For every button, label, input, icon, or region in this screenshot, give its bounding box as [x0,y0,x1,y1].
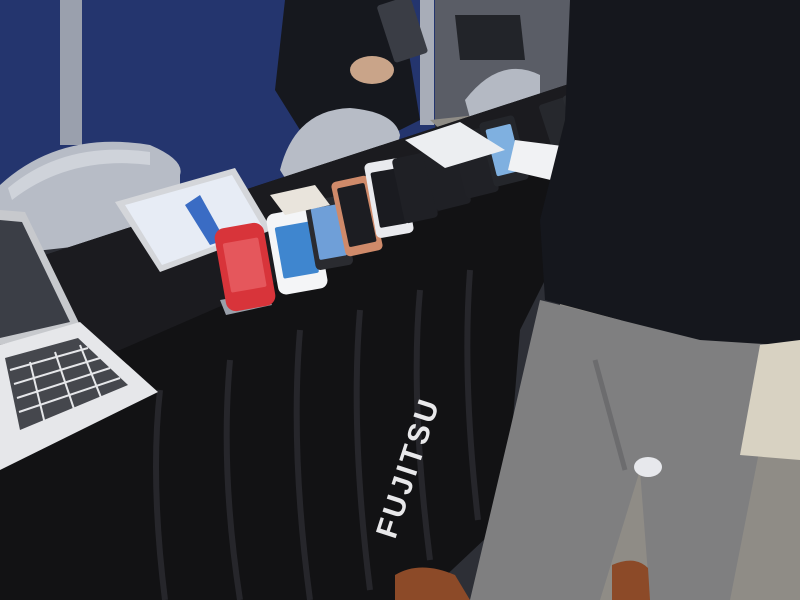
right-shoe [612,560,650,600]
partition-pole-right [420,0,434,125]
photo-scene: FUJITSU [0,0,800,600]
person-jacket [540,0,800,350]
scene-svg: FUJITSU [0,0,800,600]
far-person-legs [455,15,525,60]
background-sneaker [634,457,662,477]
background-person-hands [350,56,394,84]
partition-pole [60,0,82,145]
